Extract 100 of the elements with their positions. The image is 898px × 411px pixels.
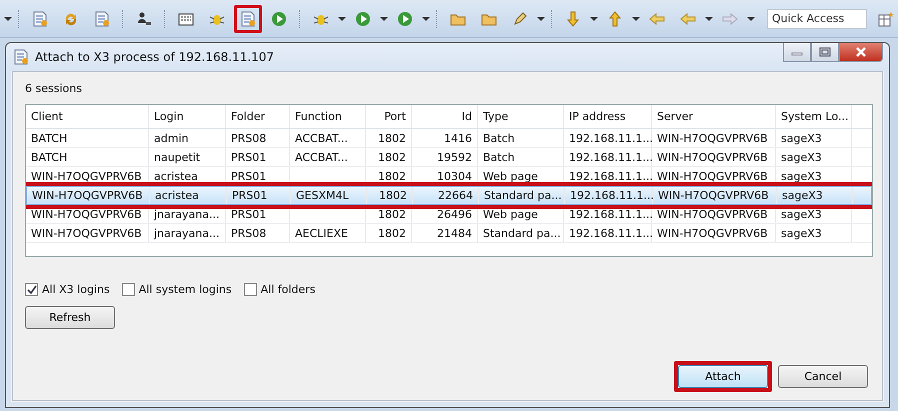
table-cell: 21484 xyxy=(437,226,472,240)
table-cell: WIN-H7OQGVPRV6B xyxy=(657,150,768,164)
checkbox[interactable] xyxy=(122,283,135,296)
perspective-icon[interactable] xyxy=(878,10,894,26)
close-button[interactable] xyxy=(839,43,883,62)
close-icon xyxy=(855,47,867,57)
table-cell: BATCH xyxy=(31,132,68,144)
table-cell: 26496 xyxy=(437,208,472,220)
table-cell: PRS01 xyxy=(232,189,268,202)
table-cell: 1802 xyxy=(378,150,406,164)
table-cell: GESXM4L xyxy=(296,189,349,202)
table-cell: WIN-H7OQGVPRV6B xyxy=(658,189,769,202)
column-header[interactable]: Login xyxy=(149,105,226,128)
dropdown-arrow-icon[interactable] xyxy=(747,16,755,20)
maximize-button[interactable] xyxy=(811,43,839,62)
table-cell: sageX3 xyxy=(781,170,822,182)
table-cell: PRS01 xyxy=(231,208,266,220)
table-cell: Web page xyxy=(483,170,538,182)
table-row[interactable]: BATCH admin PRS08 ACCBAT... 1802 1416 Batch 192.168.11.1... WIN-H7OQGVPRV6B sageX3 xyxy=(26,129,872,148)
table-cell: 1802 xyxy=(378,170,406,182)
dropdown-arrow-icon[interactable] xyxy=(422,16,430,20)
checkbox[interactable] xyxy=(25,283,38,296)
table-cell: 192.168.11.1... xyxy=(569,208,653,220)
table-cell: ACCBAT... xyxy=(295,150,348,164)
refresh-button[interactable]: Refresh xyxy=(25,306,115,329)
maximize-icon xyxy=(819,47,831,57)
column-header[interactable]: Client xyxy=(26,105,149,128)
checkbox-label: All system logins xyxy=(138,283,232,296)
table-cell: WIN-H7OQGVPRV6B xyxy=(657,170,768,182)
column-header[interactable]: Id xyxy=(412,105,478,128)
table-cell: Standard pa... xyxy=(484,189,562,202)
dropdown-arrow-icon[interactable] xyxy=(537,16,545,20)
table-cell: 1802 xyxy=(378,208,406,220)
table-cell: 22664 xyxy=(438,189,473,202)
column-header[interactable]: Function xyxy=(290,105,366,128)
dialog-button[interactable]: Attach xyxy=(678,365,768,388)
table-cell: acristea xyxy=(154,170,198,182)
table-cell: WIN-H7OQGVPRV6B xyxy=(657,226,768,240)
table-cell: 192.168.11.1... xyxy=(569,226,653,240)
table-cell: admin xyxy=(154,132,188,144)
table-cell: PRS08 xyxy=(231,226,266,240)
table-cell: jnarayana... xyxy=(154,208,220,220)
table-cell: PRS01 xyxy=(231,170,266,182)
table-cell: 192.168.11.1... xyxy=(569,132,653,144)
dropdown-arrow-icon[interactable] xyxy=(632,16,640,20)
table-cell: WIN-H7OQGVPRV6B xyxy=(31,226,142,240)
dialog-button[interactable]: Cancel xyxy=(778,365,868,388)
table-cell: sageX3 xyxy=(781,132,822,144)
table-cell: sageX3 xyxy=(781,208,822,220)
table-cell: 1802 xyxy=(378,132,406,144)
table-cell: AECLIEXE xyxy=(295,226,348,240)
table-row[interactable]: WIN-H7OQGVPRV6B jnarayana... PRS08 AECLIEXE 1802 21484 Standard pa... 192.168.11.1... WIN-H7OQGVPRV6B sageX3 xyxy=(26,224,872,243)
table-cell: Standard pa... xyxy=(483,226,561,240)
table-cell: jnarayana... xyxy=(154,226,220,240)
table-cell: WIN-H7OQGVPRV6B xyxy=(657,208,768,220)
table-cell: WIN-H7OQGVPRV6B xyxy=(32,189,143,202)
table-cell: Batch xyxy=(483,150,515,164)
table-cell: 1416 xyxy=(444,132,472,144)
table-cell: 192.168.11.1... xyxy=(569,150,653,164)
table-row[interactable]: WIN-H7OQGVPRV6B jnarayana... PRS01 1802 26496 Web page 192.168.11.1... WIN-H7OQGVPRV6B sageX3 xyxy=(26,205,872,224)
table-cell: sageX3 xyxy=(781,150,822,164)
session-count: 6 sessions xyxy=(25,82,83,97)
table-cell: sageX3 xyxy=(781,226,822,240)
dropdown-arrow-icon[interactable] xyxy=(4,16,12,20)
table-cell: ACCBAT... xyxy=(295,132,348,144)
table-cell: 192.168.11.1... xyxy=(570,189,654,202)
dialog-document-icon xyxy=(13,49,29,65)
dropdown-arrow-icon[interactable] xyxy=(705,16,713,20)
table-cell: BATCH xyxy=(31,150,68,164)
dialog-title: Attach to X3 process of 192.168.11.107 xyxy=(35,50,274,64)
checkbox-label: All X3 logins xyxy=(42,283,110,296)
table-cell: 1802 xyxy=(378,226,406,240)
column-header[interactable]: IP address xyxy=(564,105,652,128)
table-cell: acristea xyxy=(155,189,199,202)
table-row[interactable]: BATCH naupetit PRS01 ACCBAT... 1802 19592 Batch 192.168.11.1... WIN-H7OQGVPRV6B sageX3 xyxy=(26,148,872,167)
column-header[interactable]: Port xyxy=(366,105,412,128)
table-cell: WIN-H7OQGVPRV6B xyxy=(657,132,768,144)
quick-access-field[interactable]: Quick Access xyxy=(767,8,867,28)
checkbox-label: All folders xyxy=(260,283,316,296)
table-cell: 10304 xyxy=(437,170,472,182)
dropdown-arrow-icon[interactable] xyxy=(338,16,346,20)
table-cell: 192.168.11.1... xyxy=(569,170,653,182)
table-cell: 19592 xyxy=(437,150,472,164)
column-header[interactable]: Server xyxy=(652,105,776,128)
table-cell: Batch xyxy=(483,132,515,144)
column-header[interactable]: Folder xyxy=(226,105,290,128)
table-cell: 1802 xyxy=(379,189,407,202)
column-header[interactable]: System Lo... xyxy=(776,105,852,128)
table-cell: Web page xyxy=(483,208,538,220)
table-cell: PRS08 xyxy=(231,132,266,144)
table-cell: PRS01 xyxy=(231,150,266,164)
checkbox[interactable] xyxy=(244,283,257,296)
table-cell: WIN-H7OQGVPRV6B xyxy=(31,170,142,182)
dropdown-arrow-icon[interactable] xyxy=(590,16,598,20)
table-cell: naupetit xyxy=(154,150,200,164)
table-cell: sageX3 xyxy=(782,189,823,202)
column-header[interactable]: Type xyxy=(478,105,564,128)
document-icon[interactable] xyxy=(234,4,262,32)
dropdown-arrow-icon[interactable] xyxy=(380,16,388,20)
table-cell: WIN-H7OQGVPRV6B xyxy=(31,208,142,220)
